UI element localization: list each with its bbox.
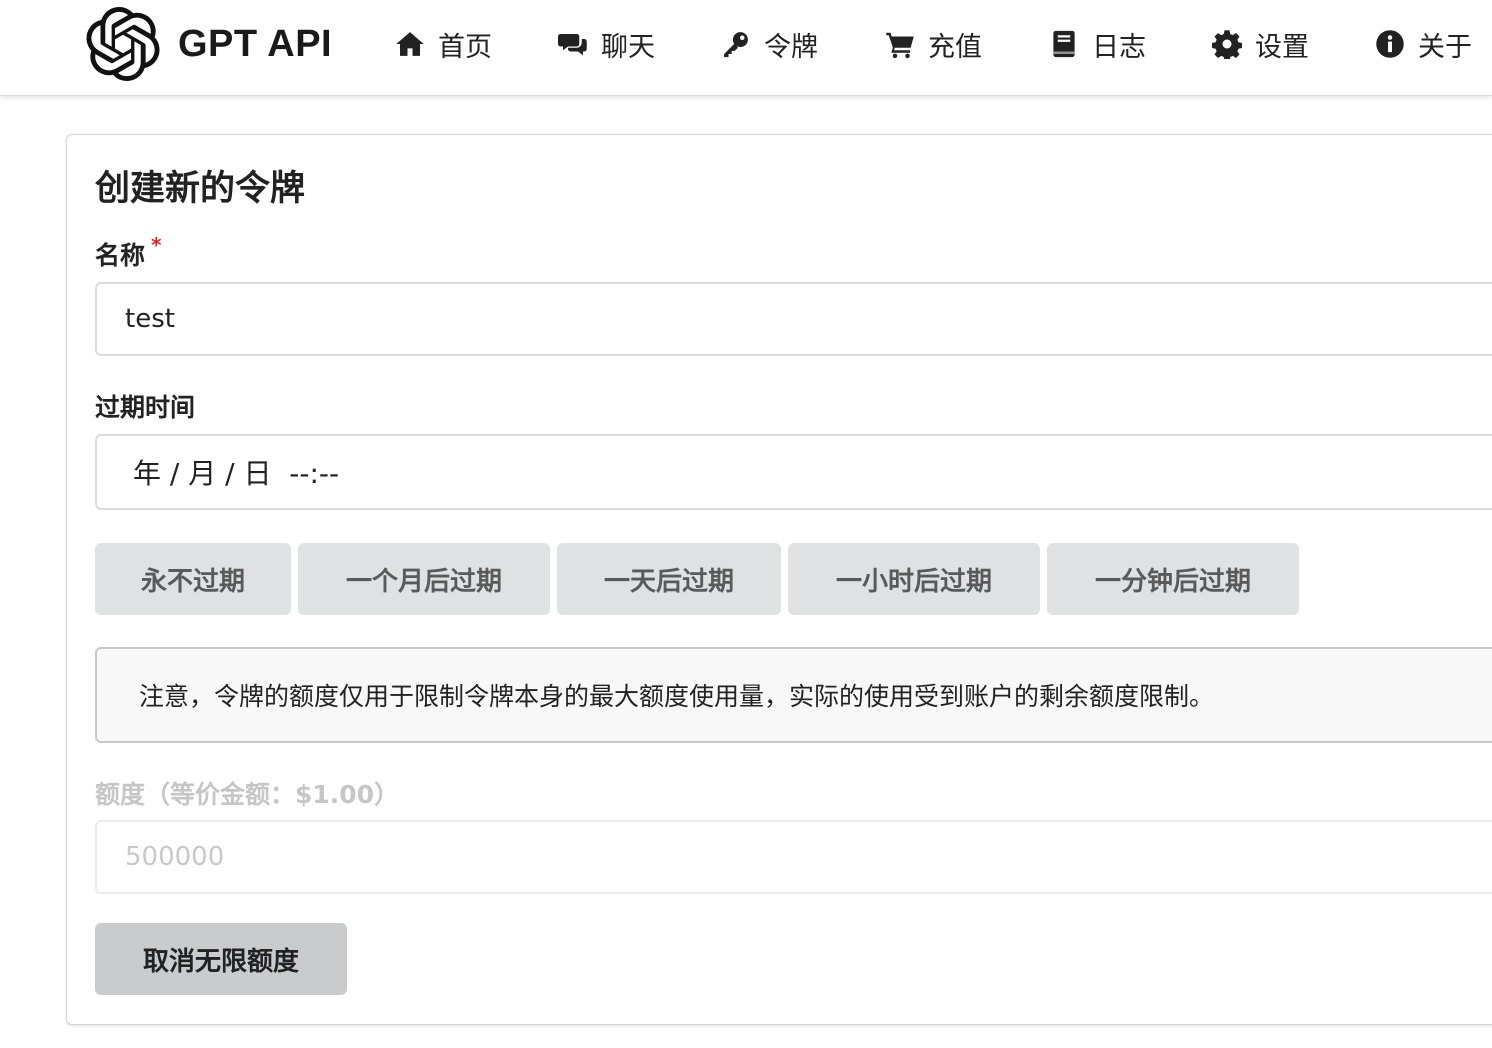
nav-item-home[interactable]: 首页 bbox=[394, 22, 492, 66]
cancel-unlimited-quota-button[interactable]: 取消无限额度 bbox=[95, 923, 347, 995]
quota-notice: 注意，令牌的额度仅用于限制令牌本身的最大额度使用量，实际的使用受到账户的剩余额度… bbox=[95, 647, 1492, 743]
page-title: 创建新的令牌 bbox=[95, 169, 306, 209]
cart-icon bbox=[884, 28, 916, 60]
nav-item-label: 令牌 bbox=[764, 31, 818, 63]
book-icon bbox=[1048, 28, 1080, 60]
expire-one-hour-button[interactable]: 一小时后过期 bbox=[788, 543, 1040, 615]
info-icon bbox=[1374, 28, 1406, 60]
nav-item-topup[interactable]: 充值 bbox=[884, 22, 982, 66]
nav-item-logs[interactable]: 日志 bbox=[1048, 22, 1146, 66]
expire-label: 过期时间 bbox=[95, 393, 196, 422]
brand[interactable]: GPT API bbox=[86, 6, 332, 82]
nav-item-label: 设置 bbox=[1255, 31, 1309, 63]
quota-input[interactable] bbox=[95, 820, 1492, 894]
expire-datetime-input[interactable] bbox=[95, 434, 1492, 510]
nav-item-tokens[interactable]: 令牌 bbox=[720, 22, 818, 66]
gear-icon bbox=[1211, 28, 1243, 60]
expire-one-month-button[interactable]: 一个月后过期 bbox=[298, 543, 550, 615]
home-icon bbox=[394, 28, 426, 60]
never-expire-button[interactable]: 永不过期 bbox=[95, 543, 291, 615]
required-mark: * bbox=[151, 233, 162, 257]
expire-one-day-button[interactable]: 一天后过期 bbox=[557, 543, 781, 615]
brand-title: GPT API bbox=[178, 22, 333, 65]
nav-item-settings[interactable]: 设置 bbox=[1211, 22, 1309, 66]
expire-one-minute-button[interactable]: 一分钟后过期 bbox=[1047, 543, 1299, 615]
name-label-text: 名称 bbox=[95, 241, 146, 270]
name-label: 名称 * bbox=[95, 233, 162, 272]
nav-item-label: 日志 bbox=[1092, 31, 1146, 63]
name-input[interactable] bbox=[95, 282, 1492, 356]
openai-logo-icon bbox=[86, 7, 160, 81]
nav-item-about[interactable]: 关于 bbox=[1374, 22, 1472, 66]
notice-text: 注意，令牌的额度仅用于限制令牌本身的最大额度使用量，实际的使用受到账户的剩余额度… bbox=[139, 682, 1215, 711]
nav-item-label: 充值 bbox=[928, 31, 982, 63]
key-icon bbox=[720, 28, 752, 60]
quota-label: 额度（等价金额：$1.00） bbox=[95, 780, 400, 809]
nav-item-label: 关于 bbox=[1418, 31, 1472, 63]
nav-item-label: 聊天 bbox=[601, 31, 655, 63]
comments-icon bbox=[557, 28, 589, 60]
nav-item-chat[interactable]: 聊天 bbox=[557, 22, 655, 66]
top-navbar: GPT API 首页 聊天 令牌 充值 日志 设置 关于 bbox=[0, 0, 1492, 96]
nav-item-label: 首页 bbox=[438, 31, 492, 63]
